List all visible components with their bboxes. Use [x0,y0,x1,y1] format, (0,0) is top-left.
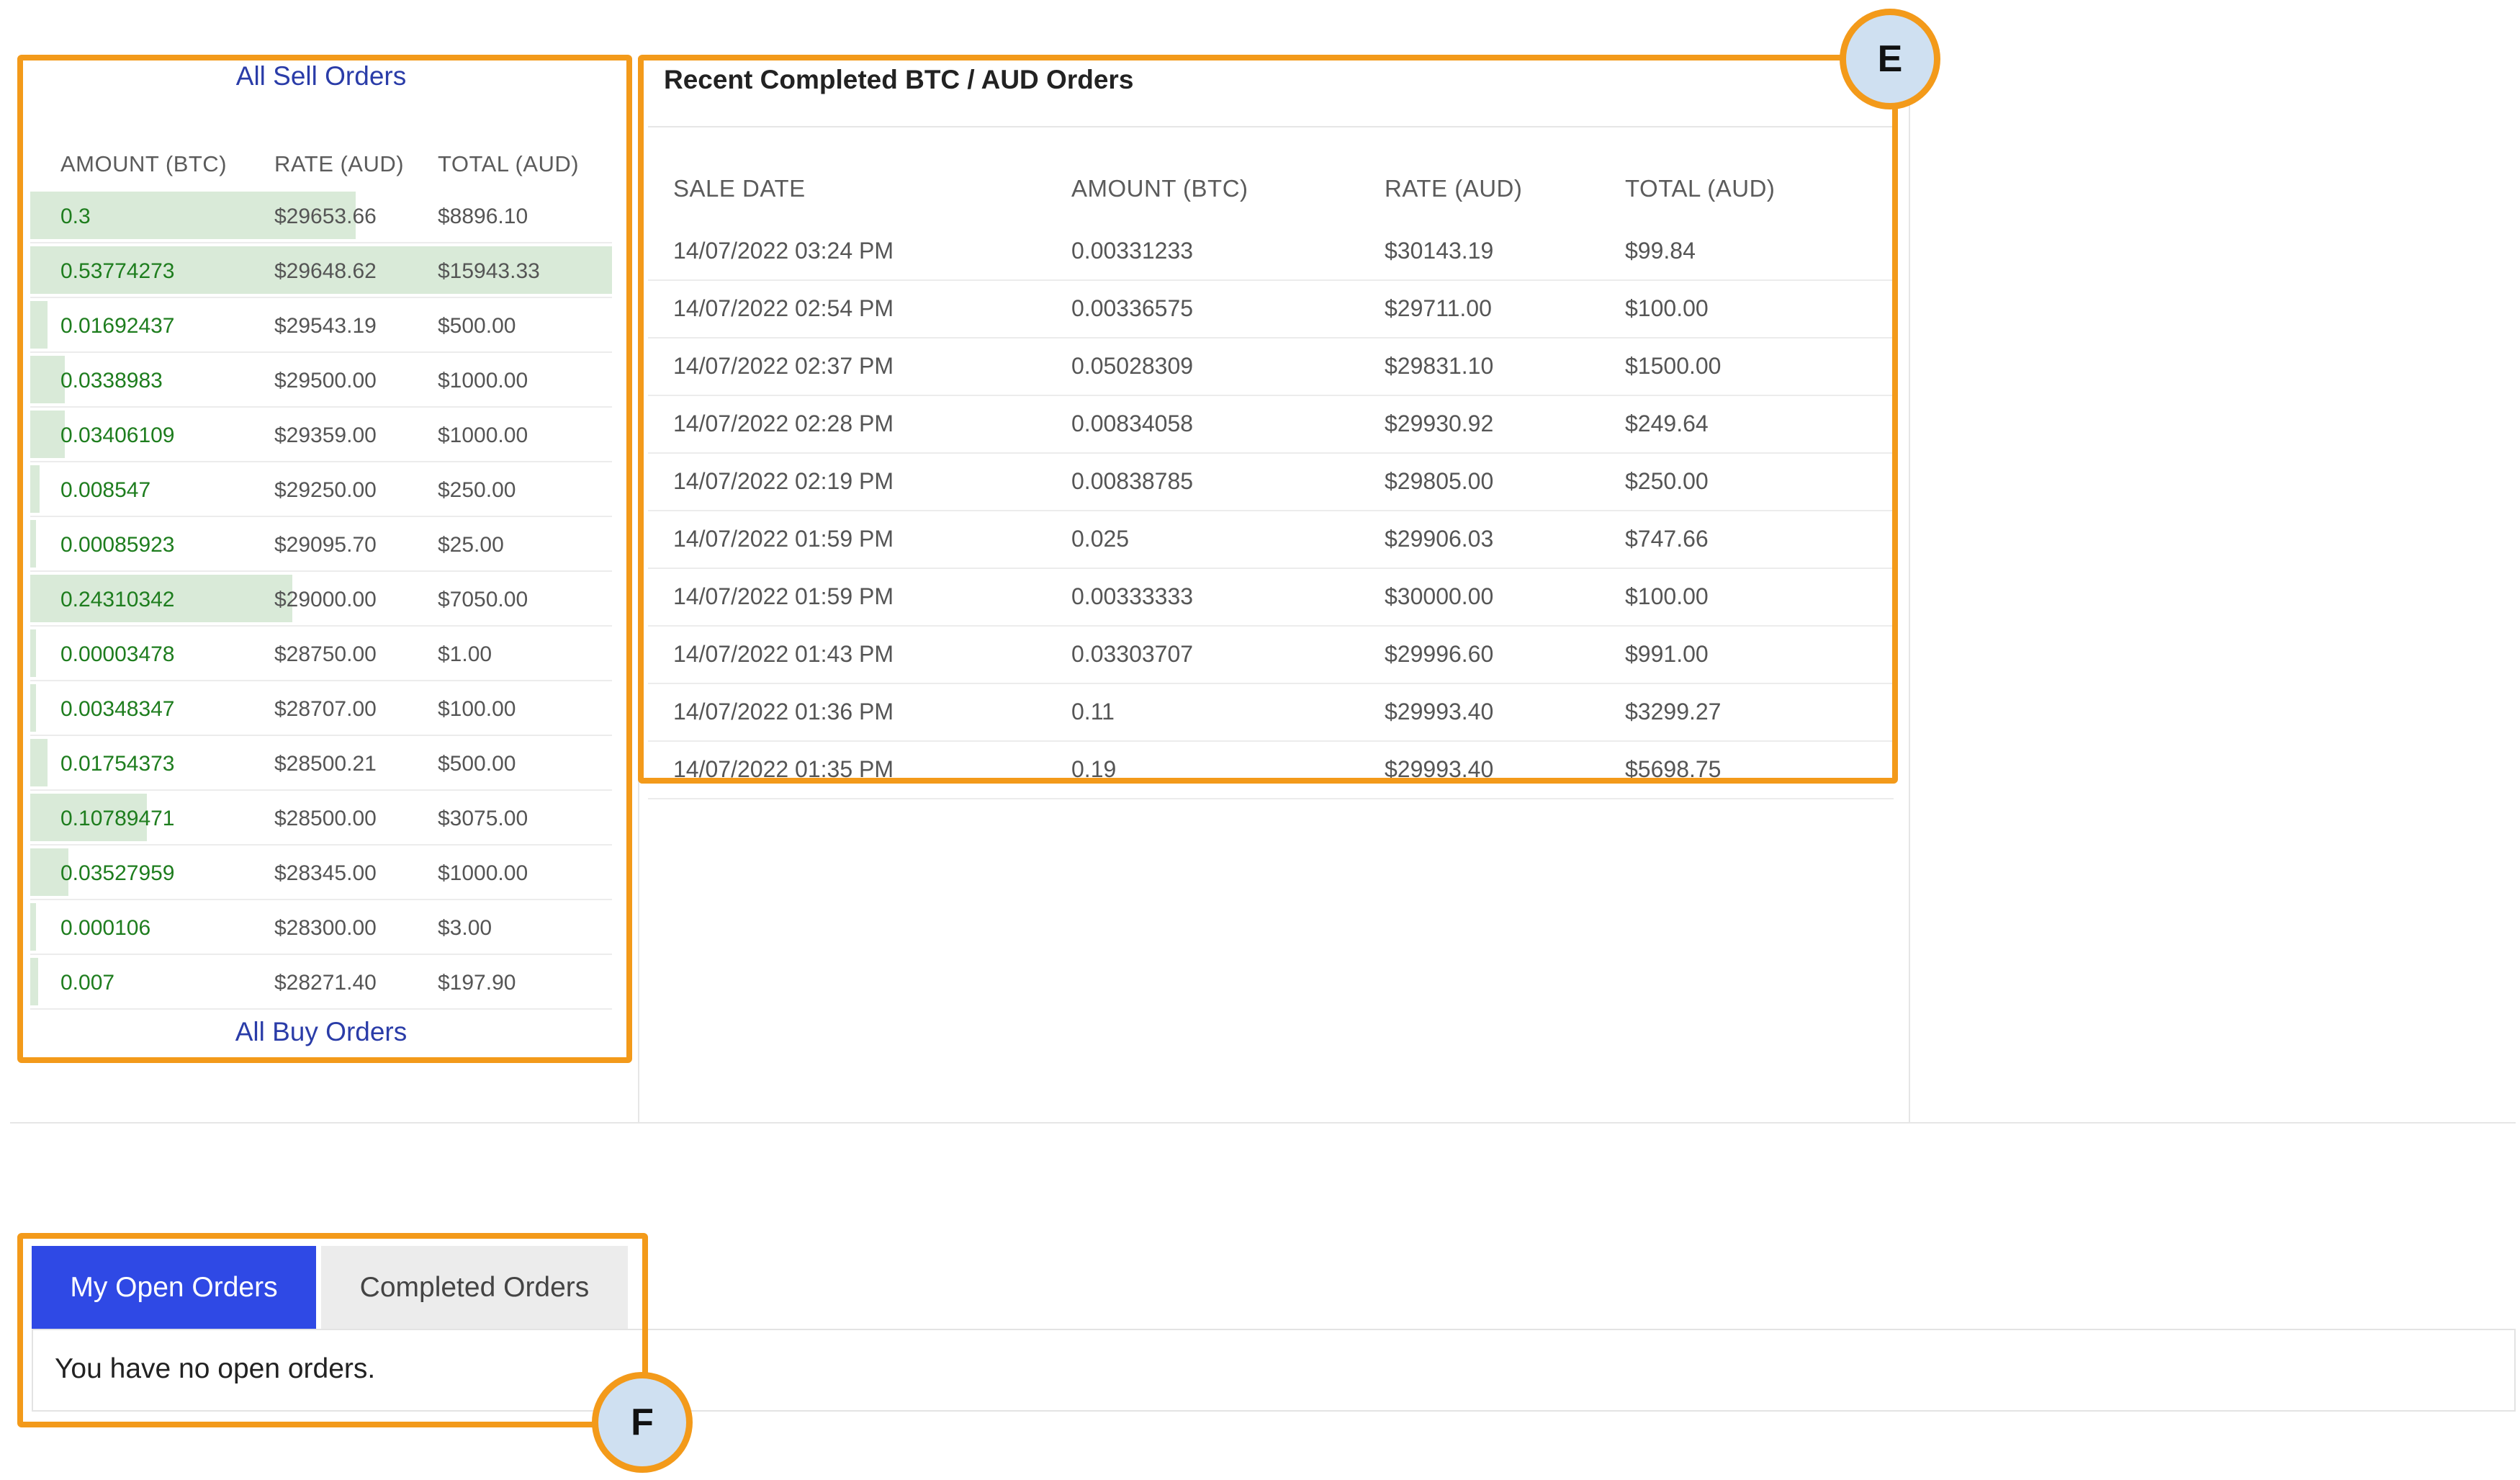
annotation-marker-f: F [592,1372,693,1473]
highlight-tabs [17,1233,648,1427]
annotation-marker-e: E [1840,9,1940,109]
highlight-recent-orders [638,55,1898,784]
highlight-order-book [17,55,632,1063]
divider-right [1909,58,1910,1124]
section-divider [10,1122,2516,1124]
